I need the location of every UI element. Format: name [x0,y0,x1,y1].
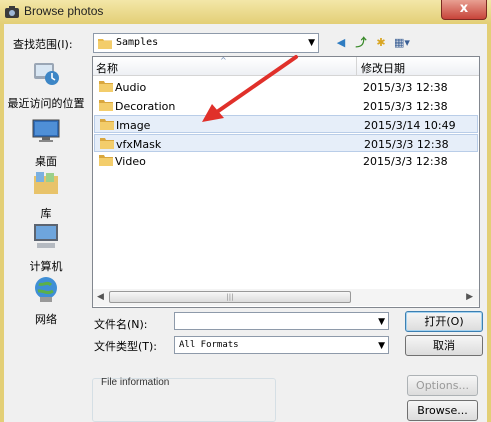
computer-icon [31,221,61,254]
back-icon: ◀ [336,36,346,49]
folder-icon [99,98,113,115]
filename-label: 文件名(N): [94,318,148,331]
folder-icon [99,79,113,96]
cancel-button[interactable]: 取消 [405,335,483,356]
look-in-value: Samples [116,37,159,48]
place-label: 桌面 [35,155,57,168]
place-computer[interactable]: 计算机 [6,221,86,274]
window-title: Browse photos [24,4,104,18]
place-recent[interactable]: 最近访问的位置 [6,58,86,111]
folder-icon [100,117,114,134]
new-folder-icon: ✱ [376,36,386,49]
open-button[interactable]: 打开(O) [405,311,483,332]
file-row[interactable]: vfxMask 2015/3/3 12:38 [94,133,478,153]
filetype-label: 文件类型(T): [94,340,158,353]
file-row[interactable]: Audio 2015/3/3 12:38 [94,78,478,96]
scroll-thumb[interactable]: ||| [109,291,351,303]
look-in-label: 查找范围(I): [13,38,73,51]
file-list[interactable]: 名称 ^ 修改日期 Audio 2015/3/3 12:38 Decoration 2… [92,56,480,308]
title-bar: Browse photos x [0,0,491,25]
horizontal-scrollbar[interactable]: ◀ ||| ▶ [93,289,479,306]
file-name: Video [115,155,146,168]
file-date: 2015/3/3 12:38 [364,137,449,151]
view-menu-icon: ▦▾ [394,36,410,49]
network-icon [31,274,61,307]
file-row[interactable]: Image 2015/3/14 10:49 [94,115,478,133]
view-menu-button[interactable]: ▦▾ [393,34,411,52]
file-date: 2015/3/14 10:49 [364,119,456,132]
place-label: 库 [40,207,52,220]
file-name: vfxMask [116,137,162,151]
column-header-date[interactable]: 修改日期 [361,60,405,76]
place-network[interactable]: 网络 [6,274,86,327]
file-information-label: File information [101,377,170,388]
place-desktop[interactable]: 桌面 [6,116,86,169]
desktop-icon [31,116,61,149]
folder-icon [100,136,114,153]
column-divider[interactable] [356,57,357,75]
place-label: 网络 [35,313,57,326]
recent-places-icon [31,58,61,91]
folder-icon [99,153,113,170]
column-header-name[interactable]: 名称 [96,60,118,76]
places-bar: 最近访问的位置 桌面库计算机网络 [6,56,86,366]
chevron-down-icon: ▼ [308,38,315,48]
look-in-dropdown[interactable]: Samples ▼ [93,33,319,53]
place-label: 最近访问的位置 [7,97,85,110]
list-header: 名称 ^ 修改日期 [93,57,479,76]
file-date: 2015/3/3 12:38 [363,81,448,94]
place-label: 计算机 [29,260,63,273]
filetype-value: All Formats [179,340,239,350]
place-libraries[interactable]: 库 [6,168,86,221]
filetype-dropdown[interactable]: All Formats ▼ [174,336,389,354]
up-folder-icon: ⤴ [355,36,367,49]
file-name: Image [116,119,151,132]
camera-icon [5,6,19,18]
filename-input[interactable]: ▼ [174,312,389,330]
chevron-down-icon: ▼ [378,341,385,351]
file-name: Audio [115,81,147,94]
file-row[interactable]: Decoration 2015/3/3 12:38 [94,97,478,115]
file-information-group: File information [92,377,276,422]
file-date: 2015/3/3 12:38 [363,99,448,113]
up-folder-button[interactable]: ⤴ [352,34,370,52]
chevron-down-icon[interactable]: ▼ [378,317,385,327]
sort-arrow-icon: ^ [220,56,227,65]
scroll-left-icon[interactable]: ◀ [97,292,104,302]
back-button[interactable]: ◀ [332,34,350,52]
close-button[interactable]: x [441,0,487,20]
scroll-right-icon[interactable]: ▶ [466,292,473,302]
folder-icon [98,39,112,49]
file-row[interactable]: Video 2015/3/3 12:38 [94,152,478,170]
options-button[interactable]: Options... [407,375,478,396]
new-folder-button[interactable]: ✱ [372,34,390,52]
file-date: 2015/3/3 12:38 [363,155,448,168]
file-name: Decoration [115,99,176,113]
browse-button[interactable]: Browse... [407,400,478,421]
library-icon [31,168,61,201]
